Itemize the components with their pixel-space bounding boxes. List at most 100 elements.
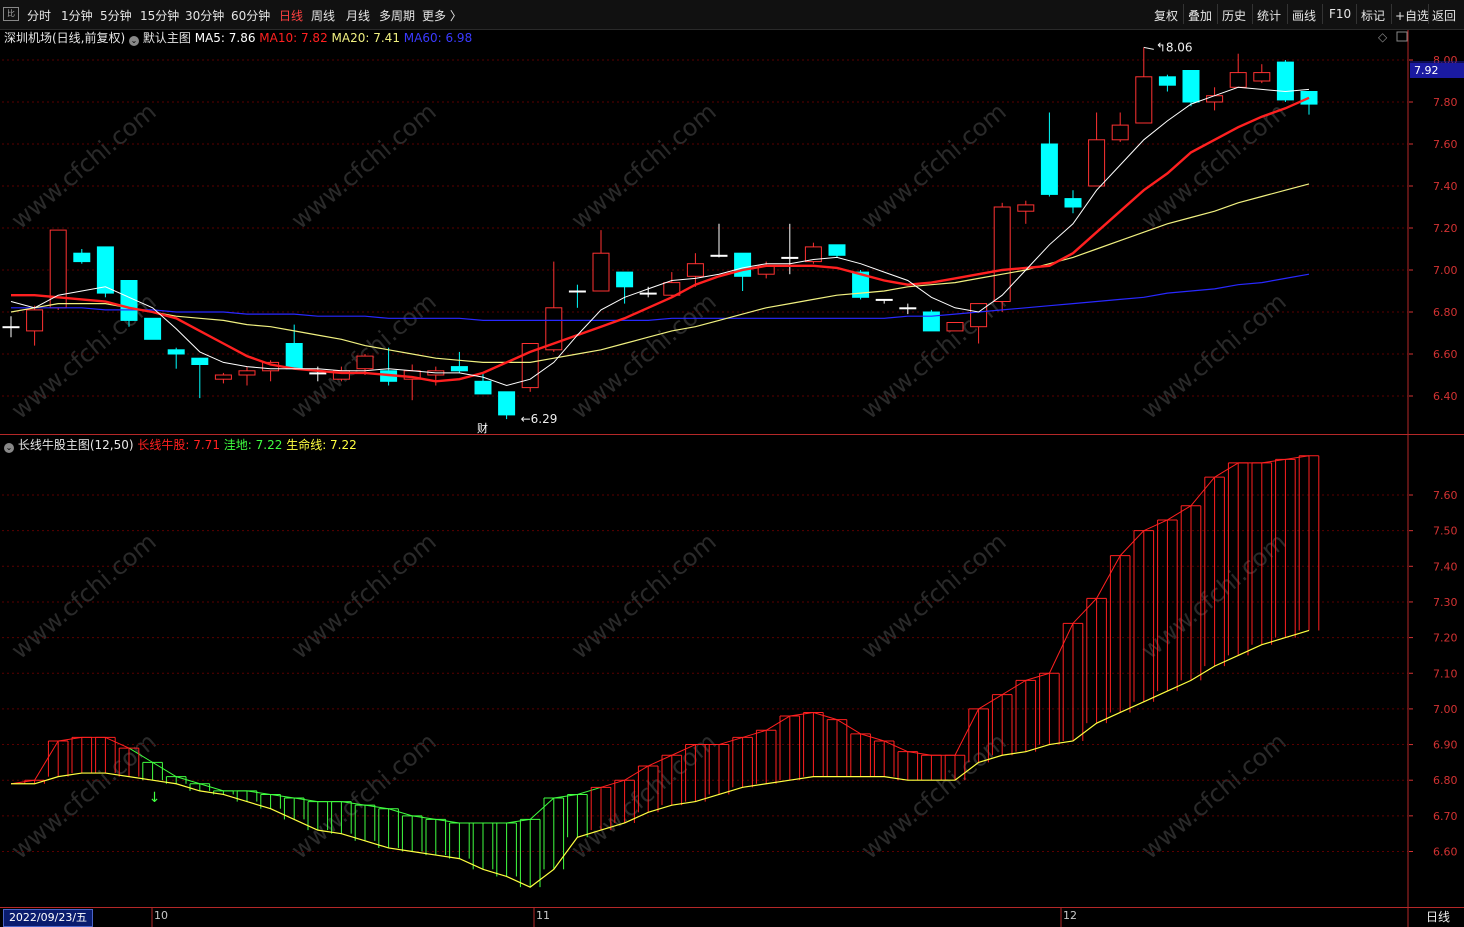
candle[interactable] bbox=[568, 284, 586, 308]
candle[interactable] bbox=[120, 280, 138, 327]
diamond-icon[interactable]: ◇ bbox=[1378, 30, 1388, 44]
candle-body bbox=[875, 298, 893, 301]
candle[interactable] bbox=[1206, 87, 1224, 111]
indicator-upper-line bbox=[270, 793, 295, 799]
candle-body bbox=[1276, 61, 1294, 101]
candle-body bbox=[1135, 76, 1153, 124]
candle-body bbox=[474, 380, 492, 395]
indicator-upper-line bbox=[1190, 476, 1215, 507]
candle[interactable] bbox=[828, 244, 846, 258]
candle[interactable] bbox=[1040, 112, 1058, 197]
candle-body bbox=[356, 355, 374, 370]
candle[interactable] bbox=[2, 316, 20, 338]
kline-chart[interactable]: www.cfchi.com www.cfchi.com www.cfchi.com w… bbox=[0, 0, 1464, 927]
indicator-price-tick: 7.50 bbox=[1433, 525, 1458, 538]
indicator-upper-line bbox=[1214, 462, 1239, 478]
candle[interactable] bbox=[144, 317, 162, 340]
candle-body bbox=[993, 206, 1011, 302]
watermark-text: www.cfchi.com bbox=[1136, 287, 1292, 424]
candle-body bbox=[1253, 72, 1271, 82]
low-price-marker: ←6.29 bbox=[521, 412, 558, 426]
candle[interactable] bbox=[1064, 190, 1082, 214]
candle[interactable] bbox=[427, 366, 445, 386]
candle-body bbox=[498, 391, 516, 416]
candle[interactable] bbox=[1182, 70, 1200, 107]
indicator-price-tick: 7.60 bbox=[1433, 489, 1458, 502]
candle-body bbox=[1017, 204, 1035, 212]
candle-body bbox=[96, 246, 114, 294]
indicator-upper-line bbox=[883, 740, 909, 753]
candlestick-series[interactable] bbox=[2, 47, 1318, 420]
candle[interactable] bbox=[1111, 112, 1129, 142]
candle[interactable] bbox=[450, 351, 468, 373]
candle-body bbox=[1229, 72, 1247, 88]
candle[interactable] bbox=[616, 271, 634, 304]
watermark-text: www.cfchi.com bbox=[6, 97, 162, 234]
candle[interactable] bbox=[710, 223, 728, 258]
candle-body bbox=[568, 290, 586, 293]
candle[interactable] bbox=[167, 347, 185, 369]
candle[interactable] bbox=[1276, 60, 1294, 102]
candle[interactable] bbox=[191, 357, 209, 399]
indicator-upper-line bbox=[176, 776, 200, 785]
indicator-upper-line bbox=[246, 790, 271, 795]
candle[interactable] bbox=[214, 372, 232, 384]
candle[interactable] bbox=[899, 303, 917, 315]
candle[interactable] bbox=[1158, 74, 1176, 92]
ma60-line bbox=[11, 273, 1310, 321]
candle[interactable] bbox=[922, 309, 940, 332]
candle[interactable] bbox=[26, 305, 44, 346]
indicator-price-tick: 7.40 bbox=[1433, 560, 1458, 573]
candle-body bbox=[2, 326, 20, 329]
candle-body bbox=[285, 343, 303, 370]
panel-frames bbox=[0, 30, 1464, 927]
indicator-upper-line bbox=[1285, 455, 1310, 460]
indicator-upper-line bbox=[435, 818, 460, 824]
candle-body bbox=[592, 252, 610, 292]
watermark-text: www.cfchi.com bbox=[6, 527, 162, 664]
candle-body bbox=[734, 252, 752, 277]
main-price-tick: 7.00 bbox=[1433, 264, 1458, 277]
indicator-upper-line bbox=[388, 808, 413, 817]
main-price-tick: 7.60 bbox=[1433, 138, 1458, 151]
candle-body bbox=[26, 309, 44, 332]
candle-body bbox=[73, 252, 91, 263]
candle[interactable] bbox=[238, 366, 256, 386]
candle-body bbox=[616, 271, 634, 288]
period-indicator[interactable]: 日线 bbox=[1414, 909, 1462, 925]
candle[interactable] bbox=[1135, 47, 1153, 124]
candle[interactable] bbox=[73, 249, 91, 264]
indicator-price-tick: 6.60 bbox=[1433, 846, 1458, 859]
candle-body bbox=[781, 256, 799, 259]
candle[interactable] bbox=[1088, 112, 1106, 187]
candle[interactable] bbox=[1017, 200, 1035, 224]
candle[interactable] bbox=[545, 261, 563, 352]
candle[interactable] bbox=[1253, 64, 1271, 84]
candle-body bbox=[970, 303, 988, 328]
candle-body bbox=[639, 292, 657, 295]
watermark-text: www.cfchi.com bbox=[856, 287, 1012, 424]
window-icon[interactable] bbox=[1396, 31, 1408, 42]
candle[interactable] bbox=[1229, 53, 1247, 88]
indicator-price-tick: 6.70 bbox=[1433, 810, 1458, 823]
candle[interactable] bbox=[1300, 91, 1318, 115]
month-label-dec: 12 bbox=[1063, 909, 1077, 922]
indicator-upper-line bbox=[58, 736, 82, 742]
candle-body bbox=[144, 317, 162, 340]
month-label-oct: 10 bbox=[154, 909, 168, 922]
indicator-upper-line bbox=[412, 815, 436, 820]
indicator-upper-line bbox=[765, 715, 791, 731]
candle[interactable] bbox=[592, 230, 610, 292]
candle-body bbox=[1206, 95, 1224, 103]
candle[interactable] bbox=[498, 391, 516, 420]
indicator-upper-line bbox=[34, 740, 59, 781]
indicator-upper-line bbox=[294, 797, 318, 803]
indicator-upper-line bbox=[789, 711, 814, 717]
candle[interactable] bbox=[875, 298, 893, 304]
watermark-text: www.cfchi.com bbox=[856, 97, 1012, 234]
candle-body bbox=[1158, 76, 1176, 86]
indicator-price-tick: 6.80 bbox=[1433, 774, 1458, 787]
indicator-upper-line bbox=[907, 751, 932, 756]
candle[interactable] bbox=[946, 322, 964, 332]
watermark-text: www.cfchi.com bbox=[286, 727, 442, 864]
